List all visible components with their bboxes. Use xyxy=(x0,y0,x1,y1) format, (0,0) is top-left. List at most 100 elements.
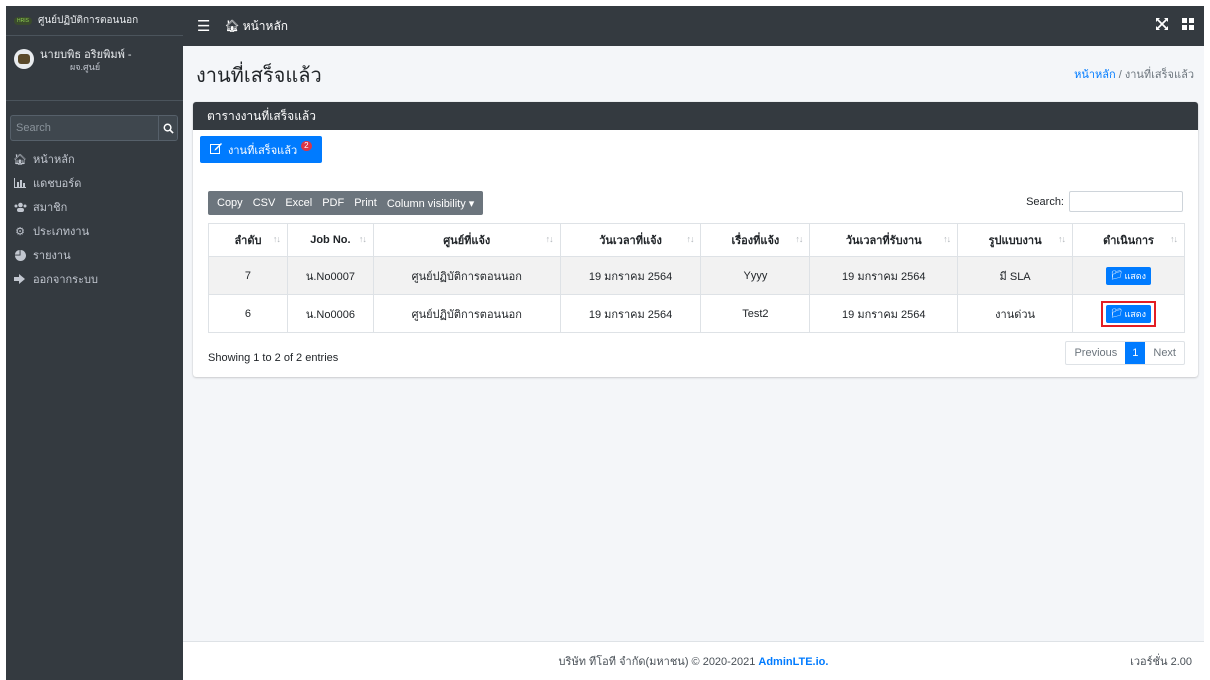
sidebar-item-label: สมาชิก xyxy=(33,202,68,214)
search-icon xyxy=(163,123,174,134)
export-buttons: Copy CSV Excel PDF Print Column visibili… xyxy=(208,191,484,215)
previous-page-button[interactable]: Previous xyxy=(1066,342,1125,364)
sidebar-item-logout[interactable]: ออกจากระบบ xyxy=(6,267,183,291)
card-header: ตารางงานที่เสร็จแล้ว xyxy=(193,102,1198,130)
cell-reported-at: 19 มกราคม 2564 xyxy=(559,256,702,295)
next-page-button[interactable]: Next xyxy=(1145,342,1184,364)
menu-toggle-icon[interactable]: ☰ xyxy=(197,17,210,35)
sidebar-item-job-types[interactable]: ⚙︎ ประเภทงาน xyxy=(6,219,183,243)
tab-count-badge: 2 xyxy=(301,140,312,151)
folder-icon: 📁︎ xyxy=(1111,270,1123,280)
sidebar-item-reports[interactable]: รายงาน xyxy=(6,243,183,267)
avatar xyxy=(14,49,34,69)
sort-icon: ↑↓ xyxy=(795,234,803,244)
show-button[interactable]: 📁︎ แสดง xyxy=(1106,304,1152,323)
content: งานที่เสร็จแล้ว หน้าหลัก / งานที่เสร็จแล… xyxy=(183,46,1204,641)
user-role: ผจ.ศูนย์ xyxy=(70,62,101,72)
sidebar-item-home[interactable]: 🏠︎ หน้าหลัก xyxy=(6,147,183,171)
show-button[interactable]: 📁︎ แสดง xyxy=(1106,266,1152,285)
csv-button[interactable]: CSV xyxy=(248,197,281,209)
table-row: 7 น.No0007 ศูนย์ปฏิบัติการตอนนอก 19 มกรา… xyxy=(208,256,1185,295)
sidebar-nav: 🏠︎ หน้าหลัก แดชบอร์ด สมาชิก ⚙︎ ประเภทงาน ร… xyxy=(6,147,183,291)
table-search-input[interactable] xyxy=(1069,191,1183,212)
completed-jobs-card: ตารางงานที่เสร็จแล้ว งานที่เสร็จแล้ว 2 C… xyxy=(193,102,1198,377)
chart-icon xyxy=(13,178,27,188)
cell-reported-at: 19 มกราคม 2564 xyxy=(559,294,702,333)
sidebar-item-members[interactable]: สมาชิก xyxy=(6,195,183,219)
col-header-center[interactable]: ศูนย์ที่แจ้ง ↑↓ xyxy=(372,223,561,257)
cell-order: 6 xyxy=(208,294,288,333)
page-1-button[interactable]: 1 xyxy=(1125,342,1146,364)
sidebar-search-input[interactable] xyxy=(11,116,158,140)
cell-subject: Test2 xyxy=(700,294,811,333)
cell-action: 📁︎ แสดง xyxy=(1072,294,1185,333)
home-icon: 🏠︎ xyxy=(224,19,240,33)
cell-received-at: 19 มกราคม 2564 xyxy=(809,294,959,333)
cell-job-no: น.No0006 xyxy=(286,294,374,333)
search-button[interactable] xyxy=(158,116,177,140)
sidebar-item-label: หน้าหลัก xyxy=(33,154,75,166)
col-header-reported-at[interactable]: วันเวลาที่แจ้ง ↑↓ xyxy=(559,223,702,257)
pdf-button[interactable]: PDF xyxy=(317,197,349,209)
grid-icon[interactable] xyxy=(1182,18,1194,33)
folder-icon: 📁︎ xyxy=(1111,308,1123,318)
brand[interactable]: HRIS ศูนย์ปฏิบัติการตอนนอก xyxy=(6,6,183,36)
footer-link[interactable]: AdminLTE.io. xyxy=(758,656,828,668)
footer-copyright: บริษัท ทีโอที จำกัด(มหาชน) © 2020-2021 A… xyxy=(558,656,829,668)
sort-icon: ↑↓ xyxy=(272,234,281,244)
sort-icon: ↑↓ xyxy=(1058,234,1066,244)
user-name[interactable]: นายบพิธ อริยพิมพ์ - xyxy=(40,49,132,61)
footer: บริษัท ทีโอที จำกัด(มหาชน) © 2020-2021 A… xyxy=(183,641,1204,680)
sidebar-item-label: ประเภทงาน xyxy=(33,226,90,238)
brand-title: ศูนย์ปฏิบัติการตอนนอก xyxy=(38,15,139,26)
breadcrumb: หน้าหลัก / งานที่เสร็จแล้ว xyxy=(1074,65,1194,83)
cell-center: ศูนย์ปฏิบัติการตอนนอก xyxy=(372,294,561,333)
sidebar-item-label: ออกจากระบบ xyxy=(33,274,98,286)
cell-order: 7 xyxy=(208,256,288,295)
cell-job-type: มี SLA xyxy=(957,256,1074,295)
table-header-row: ลำดับ ↑↓ Job No. ↑↓ ศูนย์ที่แจ้ง ↑↓ วันเวลา… xyxy=(208,223,1185,257)
table-row: 6 น.No0006 ศูนย์ปฏิบัติการตอนนอก 19 มกรา… xyxy=(208,294,1185,333)
page-title: งานที่เสร็จแล้ว xyxy=(196,65,322,87)
sort-icon: ↑↓ xyxy=(1170,234,1178,244)
print-button[interactable]: Print xyxy=(349,197,382,209)
col-header-job-no[interactable]: Job No. ↑↓ xyxy=(286,223,374,257)
user-panel[interactable]: นายบพิธ อริยพิมพ์ - ผจ.ศูนย์ xyxy=(6,36,183,101)
cogs-icon: ⚙︎ xyxy=(15,225,25,238)
pagination: Previous 1 Next xyxy=(1065,341,1185,365)
breadcrumb-current: งานที่เสร็จแล้ว xyxy=(1124,69,1194,81)
cell-center: ศูนย์ปฏิบัติการตอนนอก xyxy=(372,256,561,295)
brand-logo: HRIS xyxy=(14,16,32,25)
sign-out-icon xyxy=(13,274,27,284)
sort-icon: ↑↓ xyxy=(545,234,554,244)
col-header-order[interactable]: ลำดับ ↑↓ xyxy=(208,223,288,257)
tab-completed-jobs[interactable]: งานที่เสร็จแล้ว 2 xyxy=(200,136,322,163)
cell-job-no: น.No0007 xyxy=(286,256,374,295)
topbar: ☰ 🏠︎ หน้าหลัก xyxy=(183,6,1204,46)
excel-button[interactable]: Excel xyxy=(280,197,317,209)
edit-icon xyxy=(210,142,222,157)
column-visibility-button[interactable]: Column visibility ▾ xyxy=(382,197,479,210)
sort-icon: ↑↓ xyxy=(358,234,367,244)
cell-action: 📁︎ แสดง xyxy=(1072,256,1185,295)
sidebar-item-dashboard[interactable]: แดชบอร์ด xyxy=(6,171,183,195)
footer-version: เวอร์ชั่น 2.00 xyxy=(1130,656,1192,668)
sidebar-item-label: แดชบอร์ด xyxy=(33,178,82,190)
table-info: Showing 1 to 2 of 2 entries xyxy=(208,352,339,364)
breadcrumb-home-link[interactable]: หน้าหลัก xyxy=(1074,69,1116,81)
cell-received-at: 19 มกราคม 2564 xyxy=(809,256,959,295)
col-header-subject[interactable]: เรื่องที่แจ้ง ↑↓ xyxy=(700,223,811,257)
table-search-label: Search: xyxy=(1026,195,1064,208)
breadcrumb-separator: / xyxy=(1115,69,1125,81)
fullscreen-icon[interactable] xyxy=(1156,18,1168,33)
topbar-home-link[interactable]: 🏠︎ หน้าหลัก xyxy=(224,17,288,36)
pie-chart-icon xyxy=(13,249,27,261)
col-header-job-type[interactable]: รูปแบบงาน ↑↓ xyxy=(957,223,1074,257)
cell-job-type: งานด่วน xyxy=(957,294,1074,333)
col-header-received-at[interactable]: วันเวลาที่รับงาน ↑↓ xyxy=(809,223,959,257)
table-search: Search: xyxy=(1026,191,1183,212)
copy-button[interactable]: Copy xyxy=(212,197,248,209)
sidebar: HRIS ศูนย์ปฏิบัติการตอนนอก นายบพิธ อริยพ… xyxy=(6,6,183,680)
users-icon xyxy=(13,202,27,212)
col-header-action[interactable]: ดำเนินการ ↑↓ xyxy=(1072,223,1185,257)
